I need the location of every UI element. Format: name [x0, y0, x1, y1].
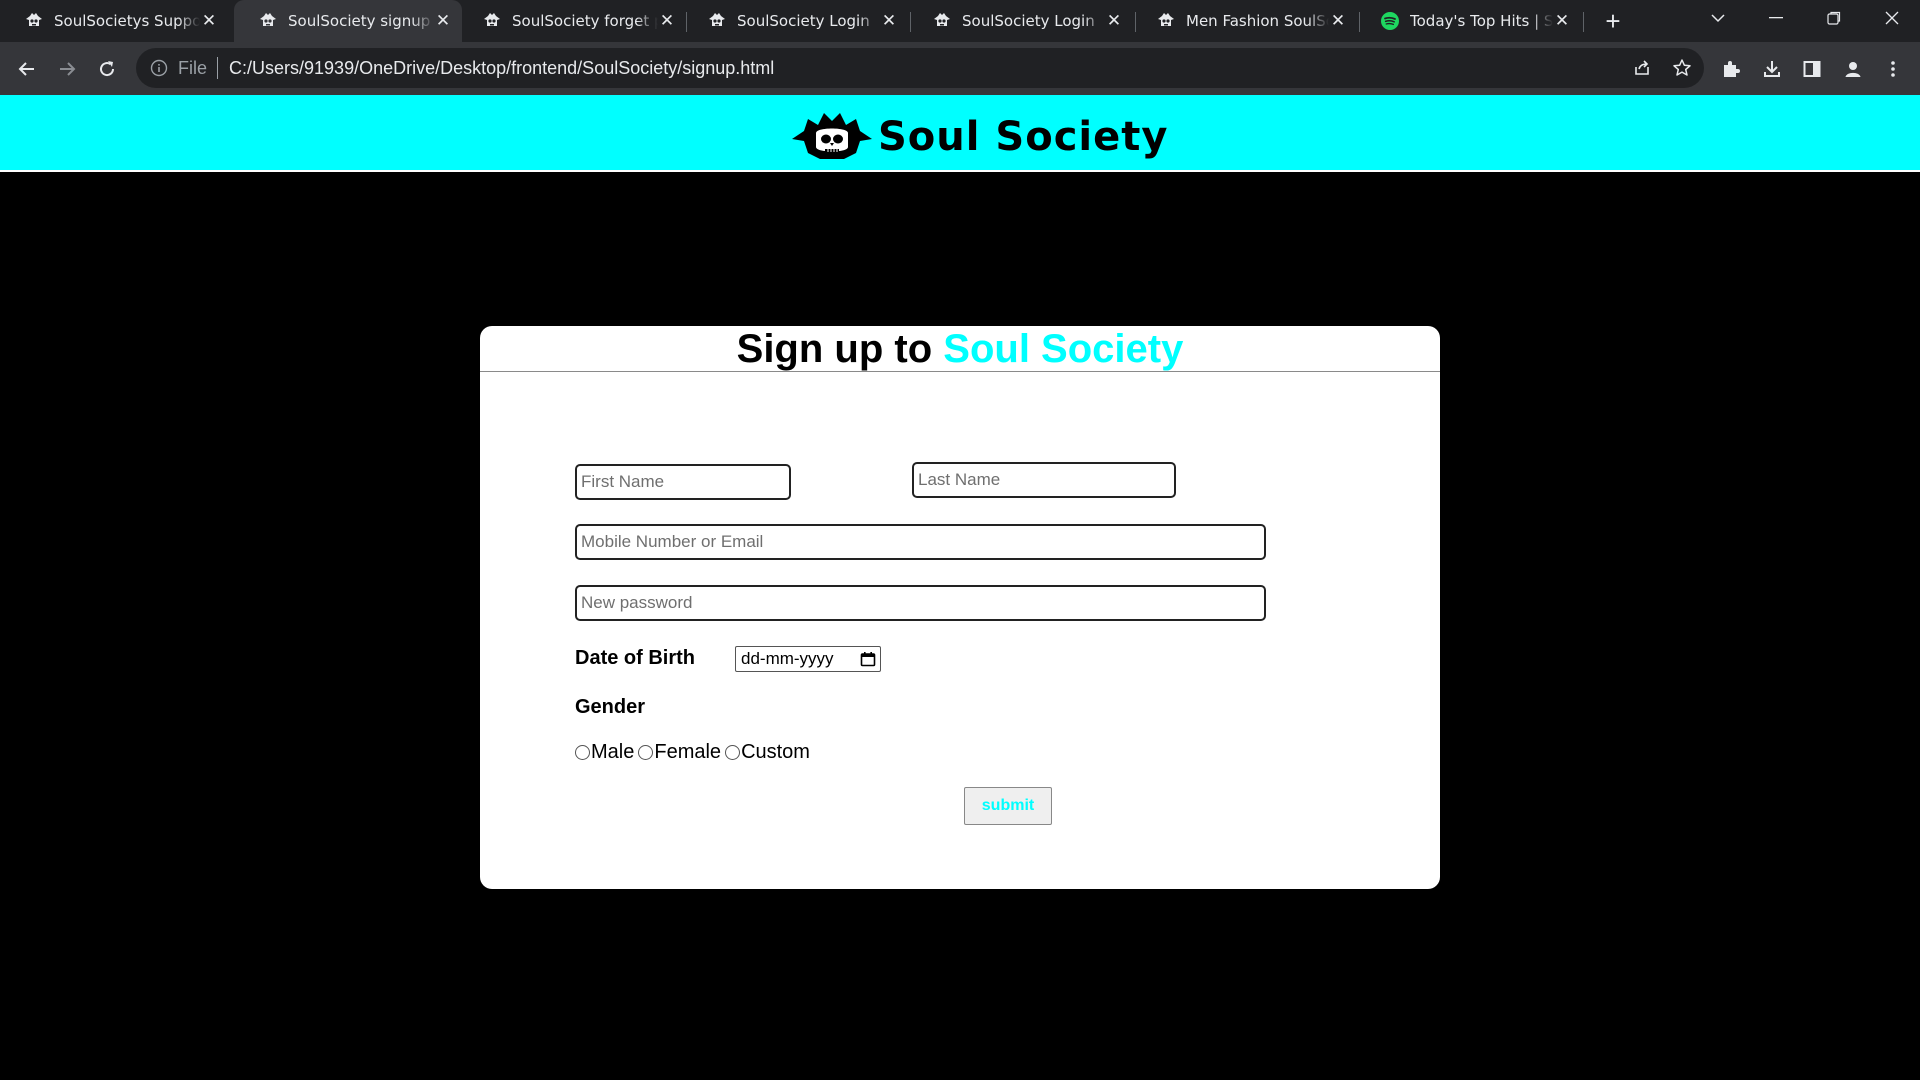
date-placeholder: dd-mm-yyyy [741, 649, 834, 668]
kebab-menu-icon [1891, 61, 1895, 77]
tab-soulsociety-login[interactable]: SoulSociety Login ✕ [683, 0, 908, 42]
puzzle-icon [1724, 61, 1740, 77]
tab-spotify[interactable]: Today's Top Hits | Spotify ✕ [1356, 0, 1581, 42]
soulsociety-favicon-icon [26, 13, 42, 26]
close-icon[interactable]: ✕ [1553, 11, 1571, 31]
tab-title: SoulSociety signup page [288, 12, 434, 30]
spotify-favicon-icon [1381, 12, 1399, 30]
gender-option-label: Custom [741, 741, 810, 763]
close-icon[interactable]: ✕ [1105, 11, 1123, 31]
first-name-input[interactable] [575, 464, 791, 500]
tab-soulsocietys-support[interactable]: SoulSocietys Support ✕ [0, 0, 228, 42]
signup-title: Sign up to Soul Society [480, 326, 1440, 372]
forward-button[interactable] [50, 52, 84, 86]
gender-options: Male Female Custom [575, 741, 814, 764]
new-tab-button[interactable]: + [1598, 6, 1628, 36]
minimize-icon [1769, 17, 1783, 19]
download-icon [1764, 61, 1780, 77]
tab-title: SoulSocietys Support [54, 12, 200, 30]
restore-button[interactable] [1806, 0, 1862, 36]
minimize-button[interactable] [1748, 0, 1804, 36]
calendar-icon[interactable] [860, 651, 876, 667]
arrow-left-icon [18, 62, 34, 76]
close-icon[interactable]: ✕ [658, 11, 676, 31]
soulsociety-favicon-icon [260, 13, 276, 26]
profile-button[interactable] [1836, 52, 1870, 86]
share-icon[interactable] [1626, 52, 1658, 84]
gender-label: Gender [575, 696, 646, 718]
submit-button[interactable]: submit [964, 787, 1052, 825]
gender-radio-female[interactable] [638, 745, 654, 760]
new-password-input[interactable] [575, 585, 1266, 621]
back-button[interactable] [10, 52, 44, 86]
arrow-right-icon [60, 62, 76, 76]
downloads-button[interactable] [1755, 52, 1789, 86]
side-panel-icon [1803, 61, 1821, 77]
close-icon[interactable]: ✕ [434, 11, 452, 31]
soulsociety-favicon-icon [709, 13, 725, 26]
close-icon[interactable]: ✕ [200, 11, 218, 31]
tab-title: SoulSociety forget password [512, 12, 658, 30]
signup-title-prefix: Sign up to [736, 327, 933, 371]
tab-title: Men Fashion SoulSociety [1186, 12, 1329, 30]
gender-option-label: Male [591, 741, 635, 763]
last-name-input[interactable] [912, 462, 1176, 498]
url-scheme-label: File [178, 57, 208, 78]
signup-card: Sign up to Soul Society Date of Birth dd… [480, 326, 1440, 889]
gender-option-label: Female [654, 741, 722, 763]
page-viewport: Soul Society Sign up to Soul Society Dat… [0, 95, 1920, 1080]
tab-men-fashion[interactable]: Men Fashion SoulSociety ✕ [1132, 0, 1357, 42]
profile-icon [1845, 62, 1861, 77]
bookmark-star-icon[interactable] [1666, 52, 1698, 84]
tab-search-button[interactable] [1690, 0, 1746, 36]
chevron-down-icon [1711, 14, 1725, 23]
browser-toolbar: File C:/Users/91939/OneDrive/Desktop/fro… [0, 42, 1920, 95]
soulsociety-logo-icon [792, 113, 872, 159]
brand-name: Soul Society [878, 114, 1169, 160]
tab-soulsociety-signup[interactable]: SoulSociety signup page ✕ [234, 0, 462, 42]
close-icon[interactable]: ✕ [1329, 11, 1347, 31]
close-icon[interactable]: ✕ [880, 11, 898, 31]
reload-icon [100, 61, 115, 77]
tab-soulsociety-forget-password[interactable]: SoulSociety forget password ✕ [458, 0, 686, 42]
soulsociety-favicon-icon [484, 13, 500, 26]
info-icon[interactable] [150, 59, 168, 77]
divider [217, 57, 219, 79]
date-of-birth-label: Date of Birth [575, 647, 695, 669]
date-of-birth-input[interactable]: dd-mm-yyyy [735, 646, 881, 672]
tab-title: SoulSociety Login [737, 12, 870, 30]
tab-separator [1583, 12, 1584, 32]
address-bar[interactable]: File C:/Users/91939/OneDrive/Desktop/fro… [136, 48, 1704, 88]
browser-tab-strip: SoulSocietys Support ✕ SoulSociety signu… [0, 0, 1920, 42]
menu-button[interactable] [1876, 52, 1910, 86]
signup-title-accent: Soul Society [943, 327, 1184, 371]
tab-soulsociety-login-2[interactable]: SoulSociety Login ✕ [908, 0, 1133, 42]
gender-radio-custom[interactable] [725, 745, 741, 760]
mobile-or-email-input[interactable] [575, 524, 1266, 560]
site-header: Soul Society [0, 95, 1920, 172]
url-text[interactable]: C:/Users/91939/OneDrive/Desktop/frontend… [229, 58, 774, 79]
brand[interactable]: Soul Society [790, 109, 1168, 165]
close-icon [1885, 11, 1899, 25]
window-close-button[interactable] [1864, 0, 1920, 36]
soulsociety-favicon-icon [1158, 13, 1174, 26]
soulsociety-favicon-icon [934, 13, 950, 26]
extensions-button[interactable] [1714, 52, 1748, 86]
tab-title: Today's Top Hits | Spotify [1410, 12, 1553, 30]
tab-title: SoulSociety Login [962, 12, 1095, 30]
reload-button[interactable] [90, 52, 124, 86]
restore-icon [1827, 11, 1841, 25]
gender-radio-male[interactable] [575, 745, 590, 760]
side-panel-button[interactable] [1795, 52, 1829, 86]
